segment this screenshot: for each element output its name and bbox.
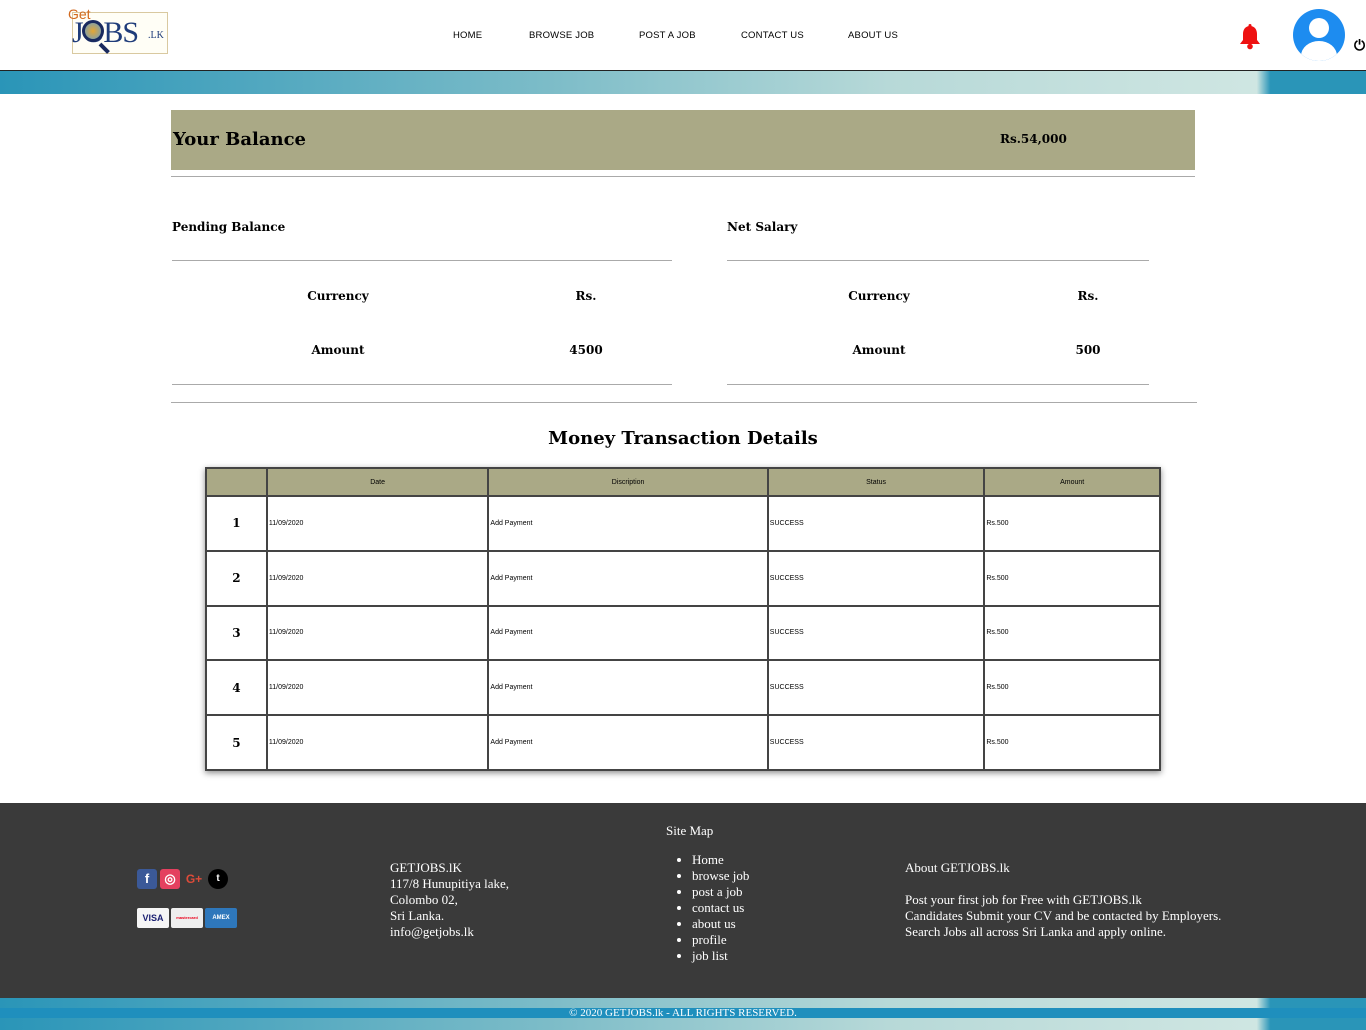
pending-currency-value: Rs. <box>575 289 597 303</box>
sitemap-link-contact-us[interactable]: contact us <box>692 900 749 916</box>
footer-address: GETJOBS.lK 117/8 Hunupitiya lake, Colomb… <box>390 860 510 940</box>
row-status: SUCCESS <box>766 714 986 771</box>
row-description: Add Payment <box>487 549 769 607</box>
row-number: 4 <box>205 659 268 717</box>
site-header: Get JOBS .LK HOME BROWSE JOB POST A JOB … <box>0 0 1366 71</box>
mastercard-icon: mastercard <box>171 908 203 928</box>
visa-card-icon: VISA <box>137 908 169 928</box>
table-row: 3 11/09/2020 Add Payment SUCCESS Rs.500 <box>205 604 1161 662</box>
divider <box>171 176 1195 177</box>
net-amount-label: Amount <box>852 343 906 357</box>
footer-about: About GETJOBS.lk Post your first job for… <box>905 860 1222 939</box>
nav-about-us[interactable]: ABOUT US <box>848 30 898 41</box>
net-currency-value: Rs. <box>1077 289 1099 303</box>
col-header-description: Discription <box>487 467 769 497</box>
table-row: 4 11/09/2020 Add Payment SUCCESS Rs.500 <box>205 659 1161 717</box>
bell-icon[interactable] <box>1238 24 1262 50</box>
row-description: Add Payment <box>487 495 769 552</box>
row-amount: Rs.500 <box>983 604 1161 662</box>
sitemap-link-browse-job[interactable]: browse job <box>692 868 749 884</box>
pending-amount-value: 4500 <box>569 343 603 357</box>
transactions-table: Date Discription Status Amount 1 11/09/2… <box>205 467 1161 771</box>
copyright-bar: © 2020 GETJOBS.lk - ALL RIGHTS RESERVED. <box>0 998 1366 1030</box>
row-amount: Rs.500 <box>983 714 1161 771</box>
nav-post-a-job[interactable]: POST A JOB <box>639 30 696 41</box>
table-header-row: Date Discription Status Amount <box>205 467 1161 497</box>
row-status: SUCCESS <box>766 604 986 662</box>
net-salary-title: Net Salary <box>727 220 798 234</box>
divider <box>172 260 672 261</box>
logo-lk-text: .LK <box>148 30 164 41</box>
row-number: 5 <box>205 714 268 771</box>
sitemap-title: Site Map <box>666 823 714 838</box>
power-icon[interactable]: ⏻ <box>1354 38 1365 54</box>
instagram-icon[interactable]: ◎ <box>160 869 180 889</box>
header-stripe <box>0 71 1366 94</box>
divider <box>172 384 672 385</box>
col-header-status: Status <box>766 467 986 497</box>
row-description: Add Payment <box>487 604 769 662</box>
nav-home[interactable]: HOME <box>453 30 482 41</box>
net-currency-label: Currency <box>848 289 910 303</box>
row-status: SUCCESS <box>766 659 986 717</box>
balance-label: Your Balance <box>173 129 307 150</box>
google-plus-icon[interactable]: G+ <box>183 869 205 889</box>
table-row: 1 11/09/2020 Add Payment SUCCESS Rs.500 <box>205 495 1161 552</box>
twitter-icon[interactable]: t <box>208 869 228 889</box>
divider <box>727 384 1149 385</box>
row-amount: Rs.500 <box>983 495 1161 552</box>
pending-amount-label: Amount <box>311 343 365 357</box>
magnifier-icon <box>82 20 104 42</box>
nav-browse-job[interactable]: BROWSE JOB <box>529 30 594 41</box>
row-date: 11/09/2020 <box>265 659 490 717</box>
row-status: SUCCESS <box>766 495 986 552</box>
table-row: 5 11/09/2020 Add Payment SUCCESS Rs.500 <box>205 714 1161 771</box>
sitemap-link-about-us[interactable]: about us <box>692 916 749 932</box>
nav-contact-us[interactable]: CONTACT US <box>741 30 804 41</box>
row-amount: Rs.500 <box>983 659 1161 717</box>
row-date: 11/09/2020 <box>265 604 490 662</box>
sitemap-link-home[interactable]: Home <box>692 852 749 868</box>
row-number: 1 <box>205 495 268 552</box>
about-title: About GETJOBS.lk <box>905 860 1010 875</box>
pending-currency-label: Currency <box>307 289 369 303</box>
user-avatar-icon[interactable] <box>1293 9 1345 61</box>
row-number: 3 <box>205 604 268 662</box>
divider <box>727 260 1149 261</box>
amex-card-icon: AMEX <box>205 908 237 928</box>
row-description: Add Payment <box>487 714 769 771</box>
row-description: Add Payment <box>487 659 769 717</box>
balance-value: Rs.54,000 <box>1000 132 1067 146</box>
copyright-text: © 2020 GETJOBS.lk - ALL RIGHTS RESERVED. <box>569 1007 797 1019</box>
table-row: 2 11/09/2020 Add Payment SUCCESS Rs.500 <box>205 549 1161 607</box>
row-date: 11/09/2020 <box>265 714 490 771</box>
pending-balance-title: Pending Balance <box>172 220 286 234</box>
col-header-index <box>205 467 268 497</box>
site-footer: f ◎ G+ t VISA mastercard AMEX GETJOBS.lK… <box>0 803 1366 998</box>
row-date: 11/09/2020 <box>265 549 490 607</box>
col-header-date: Date <box>265 467 490 497</box>
row-amount: Rs.500 <box>983 549 1161 607</box>
transactions-title: Money Transaction Details <box>548 428 818 449</box>
facebook-icon[interactable]: f <box>137 869 157 889</box>
row-date: 11/09/2020 <box>265 495 490 552</box>
sitemap-list: Home browse job post a job contact us ab… <box>692 852 749 964</box>
sitemap-link-job-list[interactable]: job list <box>692 948 749 964</box>
row-number: 2 <box>205 549 268 607</box>
getjobs-logo[interactable]: Get JOBS .LK <box>68 6 170 64</box>
sitemap-link-post-a-job[interactable]: post a job <box>692 884 749 900</box>
balance-bar: Your Balance Rs.54,000 <box>171 110 1195 170</box>
row-status: SUCCESS <box>766 549 986 607</box>
sitemap-link-profile[interactable]: profile <box>692 932 749 948</box>
divider <box>171 402 1197 403</box>
col-header-amount: Amount <box>983 467 1161 497</box>
footer-email[interactable]: info@getjobs.lk <box>390 924 509 940</box>
net-amount-value: 500 <box>1075 343 1101 357</box>
